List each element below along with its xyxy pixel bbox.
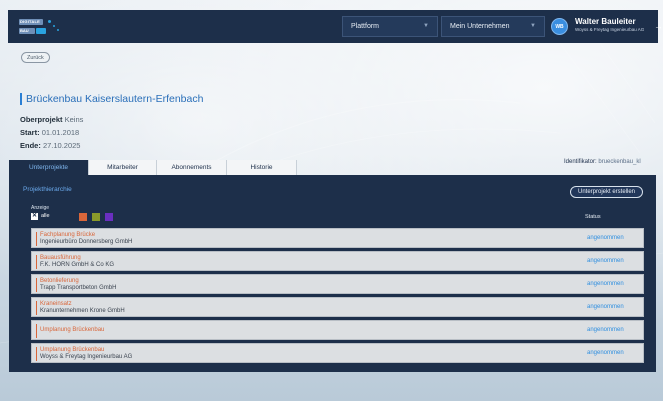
subproject-company: Trapp Transportbeton GmbH: [40, 285, 117, 291]
subproject-company: F.K. HORN GmbH & Co KG: [40, 262, 115, 268]
tab-mitarbeiter[interactable]: Mitarbeiter: [89, 160, 157, 175]
start-row: Start: 01.01.2018: [20, 128, 79, 137]
identifier: Identifikator: brueckenbau_kl: [564, 159, 641, 165]
logo-text-line1: DIGITALE: [20, 19, 40, 24]
status-badge: angenommen: [587, 350, 624, 356]
identifier-label: Identifikator:: [564, 159, 597, 165]
filter-color-orange[interactable]: [79, 213, 87, 221]
row-accent-bar: [36, 301, 37, 315]
subproject-name[interactable]: Umplanung Brückenbau: [40, 347, 104, 353]
tab-abonnements[interactable]: Abonnements: [157, 160, 227, 175]
filter-color-olive[interactable]: [92, 213, 100, 221]
list-item[interactable]: Betonlieferung Trapp Transportbeton GmbH…: [31, 274, 644, 294]
status-column-header: Status: [585, 214, 601, 220]
status-badge: angenommen: [587, 235, 624, 241]
subproject-name[interactable]: Bauausführung: [40, 255, 81, 261]
row-accent-bar: [36, 278, 37, 292]
create-subproject-button[interactable]: Unterprojekt erstellen: [570, 186, 643, 198]
chevron-down-icon: ▼: [423, 23, 429, 29]
section-title: Projekthierarchie: [23, 186, 72, 193]
company-select[interactable]: Mein Unternehmen ▼: [441, 16, 545, 37]
end-row: Ende: 27.10.2025: [20, 141, 80, 150]
page-title: Brückenbau Kaiserslautern-Erfenbach: [26, 93, 204, 105]
status-badge: angenommen: [587, 258, 624, 264]
logo-dot: [57, 29, 59, 31]
identifier-value: brueckenbau_kl: [598, 159, 641, 165]
subproject-name[interactable]: Betonlieferung: [40, 278, 79, 284]
back-button[interactable]: Zurück: [21, 52, 50, 63]
list-item[interactable]: Umplanung Brückenbau angenommen: [31, 320, 644, 340]
logo-dot: [53, 25, 55, 27]
tab-unterprojekte[interactable]: Unterprojekte: [9, 160, 89, 175]
logo-text-line2: BAU: [20, 28, 29, 33]
user-avatar[interactable]: WB: [551, 18, 568, 35]
filter-all-label[interactable]: alle: [41, 213, 50, 220]
platform-select-label: Plattform: [351, 23, 380, 30]
list-item[interactable]: Kraneinsatz Kranunternehmen Krone GmbH a…: [31, 297, 644, 317]
filter-all-checkbox[interactable]: ✕: [31, 213, 38, 220]
end-value: 27.10.2025: [42, 141, 81, 150]
platform-select[interactable]: Plattform ▼: [342, 16, 438, 37]
subproject-company: Ingenieurbüro Donnersberg GmbH: [40, 239, 133, 245]
list-item[interactable]: Umplanung Brückenbau Woyss & Freytag Ing…: [31, 343, 644, 363]
oberprojekt-row: Oberprojekt Keins: [20, 115, 83, 124]
oberprojekt-value: Keins: [64, 115, 84, 124]
list-item[interactable]: Bauausführung F.K. HORN GmbH & Co KG ang…: [31, 251, 644, 271]
list-item[interactable]: Fachplanung Brücke Ingenieurbüro Donners…: [31, 228, 644, 248]
row-accent-bar: [36, 347, 37, 361]
filter-color-purple[interactable]: [105, 213, 113, 221]
tab-historie[interactable]: Historie: [227, 160, 297, 175]
user-company: Woyss & Freytag Ingenieurbau AG: [575, 27, 645, 32]
start-label: Start:: [20, 128, 40, 137]
subproject-name[interactable]: Kraneinsatz: [40, 301, 72, 307]
chevron-down-icon: ▼: [530, 23, 536, 29]
status-badge: angenommen: [587, 281, 624, 287]
logo-block-bottom-right: [36, 28, 46, 34]
row-accent-bar: [36, 232, 37, 246]
subproject-company: Woyss & Freytag Ingenieurbau AG: [40, 354, 133, 360]
subproject-company: Kranunternehmen Krone GmbH: [40, 308, 125, 314]
status-badge: angenommen: [587, 304, 624, 310]
title-accent-bar: [20, 93, 22, 105]
subproject-name[interactable]: Fachplanung Brücke: [40, 232, 95, 238]
app-logo[interactable]: DIGITALE BAU: [19, 17, 61, 37]
logout-arrow-icon[interactable]: →: [654, 21, 663, 31]
oberprojekt-label: Oberprojekt: [20, 115, 63, 124]
logo-dot: [48, 20, 51, 23]
top-navigation-bar: DIGITALE BAU Plattform ▼ Mein Unternehme…: [8, 10, 663, 43]
user-name[interactable]: Walter Bauleiter: [575, 17, 636, 26]
company-select-label: Mein Unternehmen: [450, 23, 510, 30]
row-accent-bar: [36, 255, 37, 269]
filter-label: Anzeige: [31, 205, 50, 211]
tab-bar: Unterprojekte Mitarbeiter Abonnements Hi…: [9, 160, 297, 175]
start-value: 01.01.2018: [41, 128, 80, 137]
end-label: Ende:: [20, 141, 41, 150]
row-accent-bar: [36, 324, 37, 338]
subproject-name[interactable]: Umplanung Brückenbau: [40, 327, 104, 333]
status-badge: angenommen: [587, 327, 624, 333]
